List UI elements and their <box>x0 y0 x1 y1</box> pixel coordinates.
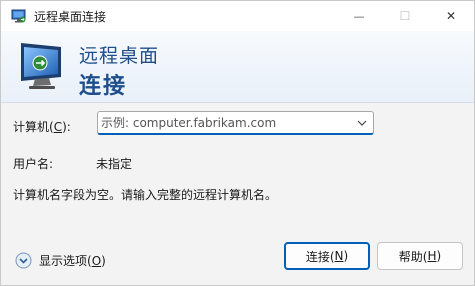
maximize-icon: ☐ <box>399 9 411 23</box>
computer-input[interactable] <box>100 114 350 132</box>
validation-message: 计算机名字段为空。请输入完整的远程计算机名。 <box>13 188 278 202</box>
remote-desktop-app-icon <box>11 9 26 23</box>
title-bar: 远程桌面连接 — ☐ ✕ <box>1 1 474 31</box>
computer-label-accesskey: C <box>53 120 63 134</box>
help-button[interactable]: 帮助(H) <box>377 242 463 270</box>
window-title: 远程桌面连接 <box>34 10 107 24</box>
computer-label: 计算机(C): <box>13 118 71 135</box>
connect-end: ) <box>343 249 349 263</box>
header-banner: 远程桌面 连接 <box>1 31 474 103</box>
banner-title-line2: 连接 <box>79 74 128 99</box>
connect-button[interactable]: 连接(N) <box>284 242 370 270</box>
maximize-button[interactable]: ☐ <box>382 1 428 31</box>
computer-combobox[interactable] <box>97 111 374 135</box>
minimize-button[interactable]: — <box>336 1 382 31</box>
username-value: 未指定 <box>96 157 133 171</box>
banner-title-line1: 远程桌面 <box>79 45 160 67</box>
help-text: 帮助( <box>398 249 428 264</box>
minimize-icon: — <box>353 9 365 23</box>
chevron-down-icon[interactable] <box>355 116 369 130</box>
username-label: 用户名: <box>13 157 54 171</box>
show-options-text: 显示选项( <box>39 253 92 268</box>
remote-desktop-icon <box>21 43 61 89</box>
connect-text: 连接( <box>305 249 335 264</box>
connect-accesskey: N <box>334 249 344 263</box>
close-icon: ✕ <box>445 9 457 23</box>
show-options-accesskey: O <box>91 253 102 268</box>
close-button[interactable]: ✕ <box>428 1 474 31</box>
help-accesskey: H <box>427 249 437 263</box>
help-end: ) <box>436 249 442 263</box>
show-options-end: ) <box>101 253 106 268</box>
computer-label-end: ): <box>62 120 71 134</box>
show-options-toggle[interactable]: 显示选项(O) <box>15 251 106 269</box>
remote-desktop-dialog: 远程桌面连接 — ☐ ✕ 远程桌面 连接 计算机(C): 示例: compute… <box>0 0 475 286</box>
expand-options-icon[interactable] <box>15 252 32 269</box>
computer-label-text: 计算机( <box>13 120 54 134</box>
show-options-label[interactable]: 显示选项(O) <box>39 252 106 269</box>
